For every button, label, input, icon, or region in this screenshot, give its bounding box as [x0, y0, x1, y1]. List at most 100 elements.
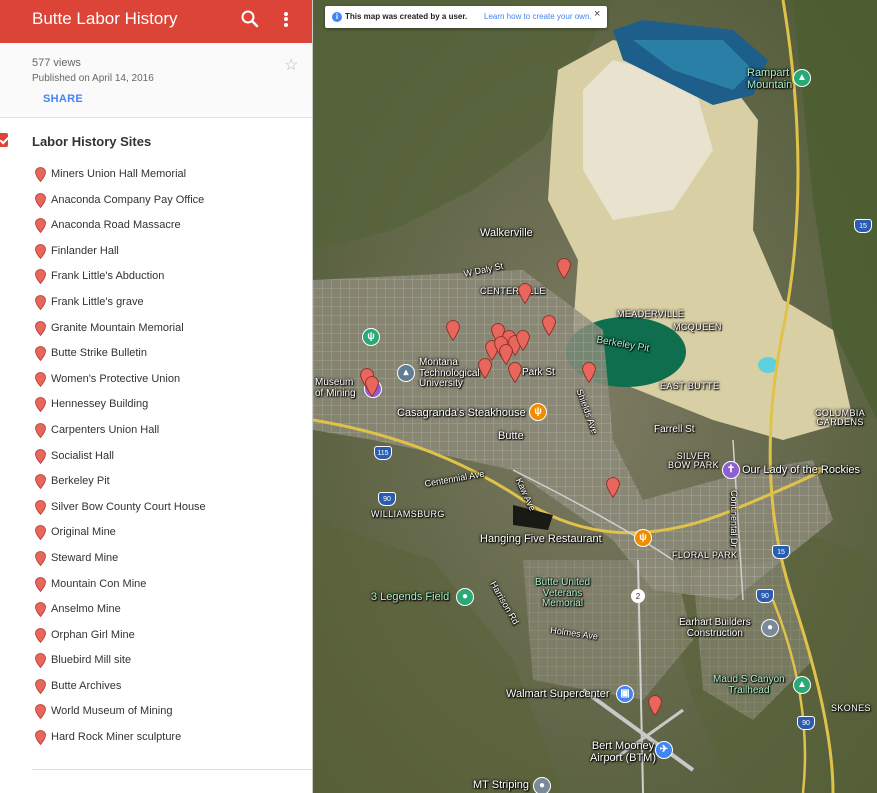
list-item[interactable]: World Museum of Mining — [0, 700, 312, 726]
list-item[interactable]: Berkeley Pit — [0, 470, 312, 496]
list-item[interactable]: Bluebird Mill site — [0, 649, 312, 675]
list-item[interactable]: Anaconda Road Massacre — [0, 214, 312, 240]
label-mcqueen: MCQUEEN — [673, 322, 722, 332]
label-earhart-builders: Earhart Builders Construction — [679, 617, 751, 639]
label-east-butte: EAST BUTTE — [660, 381, 720, 391]
list-item[interactable]: Socialist Hall — [0, 445, 312, 471]
map-pin-icon — [35, 474, 46, 490]
map-pin-icon — [35, 397, 46, 413]
map-marker[interactable] — [508, 362, 522, 384]
map-canvas[interactable]: Rampart Mountain ▲ Walkerville W Daly St… — [313, 0, 877, 793]
star-icon[interactable]: ☆ — [284, 55, 298, 75]
list-item[interactable]: Frank Little's Abduction — [0, 265, 312, 291]
business-icon[interactable]: ● — [761, 619, 779, 637]
label-park-st: Park St — [522, 367, 555, 378]
map-marker[interactable] — [446, 320, 460, 342]
site-label: Hard Rock Miner sculpture — [51, 731, 182, 744]
map-pin-icon — [35, 525, 46, 541]
label-columbia-gardens: COLUMBIA GARDENS — [815, 408, 866, 428]
list-item[interactable]: Carpenters Union Hall — [0, 419, 312, 445]
list-item[interactable]: Steward Mine — [0, 547, 312, 573]
map-marker[interactable] — [542, 315, 556, 337]
list-item[interactable]: Butte Strike Bulletin — [0, 342, 312, 368]
site-label: Silver Bow County Court House — [51, 500, 206, 513]
interstate-90-shield: 90 — [797, 716, 815, 730]
business-icon[interactable]: ● — [533, 777, 551, 793]
interstate-115-shield: 115 — [374, 446, 392, 460]
published-date: Published on April 14, 2016 — [32, 73, 154, 84]
site-label: World Museum of Mining — [51, 705, 173, 718]
site-label: Hennessey Building — [51, 398, 149, 411]
label-museum: Museum of Mining — [315, 377, 356, 399]
label-walmart: Walmart Supercenter — [506, 688, 610, 700]
more-vert-icon[interactable] — [282, 10, 290, 30]
map-marker[interactable] — [365, 376, 379, 398]
learn-more-link[interactable]: Learn how to create your own. — [484, 6, 592, 28]
mountain-icon[interactable]: ▲ — [793, 69, 811, 87]
search-icon[interactable] — [240, 9, 260, 29]
site-label: Original Mine — [51, 526, 116, 539]
map-marker[interactable] — [478, 358, 492, 380]
list-item[interactable]: Finlander Hall — [0, 240, 312, 266]
map-title: Butte Labor History — [32, 9, 178, 28]
site-label: Butte Archives — [51, 679, 122, 692]
list-item[interactable]: Mountain Con Mine — [0, 573, 312, 599]
restaurant-icon[interactable]: ψ — [634, 529, 652, 547]
site-label: Granite Mountain Memorial — [51, 321, 184, 334]
site-label: Socialist Hall — [51, 449, 114, 462]
interstate-15-shield: 15 — [854, 219, 872, 233]
map-pin-icon — [35, 576, 46, 592]
interstate-15-shield: 15 — [772, 545, 790, 559]
list-item[interactable]: Original Mine — [0, 521, 312, 547]
map-meta: 577 views Published on April 14, 2016 SH… — [0, 43, 312, 118]
info-icon: i — [332, 12, 342, 22]
map-marker[interactable] — [582, 362, 596, 384]
list-item[interactable]: Anaconda Company Pay Office — [0, 189, 312, 215]
label-maud-s-canyon: Maud S Canyon Trailhead — [713, 674, 785, 696]
state-route-2-shield: 2 — [631, 589, 645, 603]
restaurant-icon[interactable]: ψ — [529, 403, 547, 421]
list-item[interactable]: Miners Union Hall Memorial — [0, 163, 312, 189]
site-label: Women's Protective Union — [51, 372, 181, 385]
trailhead-icon[interactable]: ▲ — [793, 676, 811, 694]
map-marker[interactable] — [557, 258, 571, 280]
interstate-90-shield: 90 — [756, 589, 774, 603]
site-label: Finlander Hall — [51, 244, 119, 257]
list-item[interactable]: Granite Mountain Memorial — [0, 317, 312, 343]
site-label: Anaconda Road Massacre — [51, 219, 181, 232]
map-pin-icon — [35, 167, 46, 183]
label-butte: Butte — [498, 430, 524, 442]
map-marker[interactable] — [516, 330, 530, 352]
list-item[interactable]: Butte Archives — [0, 675, 312, 701]
shopping-icon[interactable]: ▣ — [616, 685, 634, 703]
map-pin-icon — [35, 192, 46, 208]
label-farrell-st: Farrell St — [654, 424, 695, 435]
label-silver-bow-park: SILVER BOW PARK — [668, 451, 720, 471]
list-item[interactable]: Orphan Girl Mine — [0, 624, 312, 650]
user-map-banner: i This map was created by a user. Learn … — [325, 6, 607, 28]
map-marker[interactable] — [606, 477, 620, 499]
list-item[interactable]: Anselmo Mine — [0, 598, 312, 624]
share-button[interactable]: SHARE — [43, 93, 83, 105]
university-icon[interactable]: ▴ — [397, 364, 415, 382]
map-marker[interactable] — [518, 283, 532, 305]
map-marker[interactable] — [648, 695, 662, 717]
close-icon[interactable]: × — [594, 3, 600, 25]
list-item[interactable]: Women's Protective Union — [0, 368, 312, 394]
menu-icon[interactable] — [0, 11, 4, 31]
layer-checkbox[interactable] — [0, 133, 8, 147]
airport-icon[interactable]: ✈ — [655, 741, 673, 759]
stadium-icon[interactable]: ● — [456, 588, 474, 606]
list-item[interactable]: Hard Rock Miner sculpture — [0, 726, 312, 752]
list-item[interactable]: Frank Little's grave — [0, 291, 312, 317]
church-icon[interactable]: ✝ — [722, 461, 740, 479]
list-item[interactable]: Silver Bow County Court House — [0, 496, 312, 522]
map-pin-icon — [35, 653, 46, 669]
map-pin-icon — [35, 627, 46, 643]
park-icon[interactable]: ψ — [362, 328, 380, 346]
divider — [32, 769, 312, 770]
label-floral-park: FLORAL PARK — [672, 550, 738, 560]
site-label: Orphan Girl Mine — [51, 628, 135, 641]
list-item[interactable]: Hennessey Building — [0, 393, 312, 419]
site-label: Bluebird Mill site — [51, 654, 132, 667]
